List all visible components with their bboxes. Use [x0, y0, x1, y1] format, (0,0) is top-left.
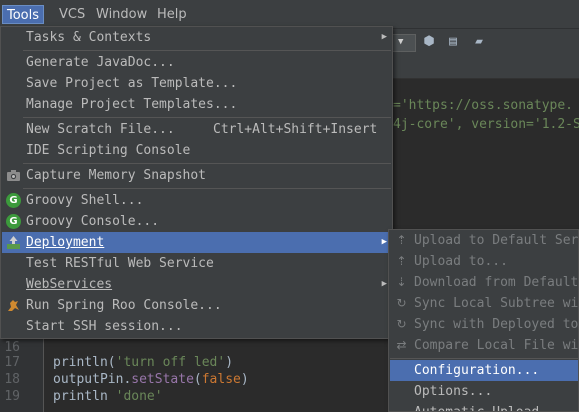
menu-item-capture-memory-snapshot[interactable]: Capture Memory Snapshot — [2, 165, 391, 186]
chevron-right-icon: ▶ — [381, 279, 387, 289]
line-number: 19 — [4, 389, 20, 404]
menu-item-label: Tasks & Contexts — [26, 30, 152, 45]
code-line: 4j-core', version='1.2-S — [393, 117, 579, 132]
menu-bar: Tools VCS Window Help — [0, 0, 579, 29]
menu-item-ide-scripting-console[interactable]: IDE Scripting Console — [2, 140, 391, 161]
menu-item-run-spring-roo[interactable]: Run Spring Roo Console... — [2, 295, 391, 316]
menu-item-label: Generate JavaDoc... — [26, 55, 175, 70]
menu-separator — [23, 117, 391, 118]
menu-item-deployment[interactable]: Deployment ▶ — [2, 232, 391, 253]
menu-item-label: IDE Scripting Console — [26, 143, 191, 158]
menu-item-label: WebServices — [26, 277, 113, 292]
submenu-item-automatic-upload[interactable]: Automatic Upload — [390, 402, 578, 411]
deployment-submenu: ⇡ Upload to Default Ser ⇡ Upload to... ⇣… — [388, 229, 579, 412]
menu-vcs[interactable]: VCS — [55, 5, 89, 24]
upload-icon: ⇡ — [396, 254, 407, 268]
menu-item-label: Groovy Shell... — [26, 193, 144, 208]
code-string: 'turn off led' — [115, 355, 226, 370]
menu-item-shortcut: Ctrl+Alt+Shift+Insert — [213, 122, 378, 137]
menu-item-groovy-shell[interactable]: G Groovy Shell... — [2, 190, 391, 211]
menu-item-tasks-contexts[interactable]: Tasks & Contexts ▶ — [2, 27, 391, 48]
menu-tools[interactable]: Tools — [2, 5, 45, 24]
code-function: setState — [131, 372, 194, 387]
submenu-item-sync-deployed[interactable]: ↻ Sync with Deployed to — [390, 314, 579, 335]
submenu-item-label: Sync Local Subtree wi — [414, 296, 579, 311]
groovy-icon: G — [6, 193, 21, 208]
code-line: ='https://oss.sonatype. — [393, 98, 574, 113]
menu-item-save-project-template[interactable]: Save Project as Template... — [2, 73, 391, 94]
submenu-item-upload-to[interactable]: ⇡ Upload to... — [390, 251, 578, 272]
menu-item-label: Test RESTful Web Service — [26, 256, 214, 271]
spring-roo-icon — [6, 298, 21, 313]
code-paren: ( — [107, 355, 116, 370]
menu-item-test-restful[interactable]: Test RESTful Web Service — [2, 253, 391, 274]
menu-separator — [23, 163, 391, 164]
menu-window[interactable]: Window — [92, 5, 151, 24]
sync-icon: ↻ — [396, 317, 407, 331]
chevron-right-icon: ▶ — [381, 237, 387, 247]
menu-item-webservices[interactable]: WebServices ▶ — [2, 274, 391, 295]
download-icon: ⇣ — [396, 275, 407, 289]
chevron-right-icon: ▶ — [381, 32, 387, 42]
code-paren: ( — [193, 372, 202, 387]
code-keyword: false — [201, 372, 241, 387]
submenu-item-label: Automatic Upload — [414, 402, 539, 411]
submenu-item-label: Compare Local File wi — [414, 338, 579, 353]
submenu-item-configuration[interactable]: Configuration... — [390, 360, 578, 381]
structure-icon[interactable]: ▤ — [444, 33, 462, 51]
submenu-item-label: Upload to Default Ser — [414, 233, 579, 248]
chevron-down-icon: ▼ — [398, 37, 404, 47]
sync-icon: ↻ — [396, 296, 407, 310]
submenu-item-compare-local[interactable]: ⇄ Compare Local File wi — [390, 335, 579, 356]
menu-item-start-ssh[interactable]: Start SSH session... — [2, 316, 391, 337]
menu-separator — [23, 50, 391, 51]
menu-separator — [23, 188, 391, 189]
menu-item-label: New Scratch File... — [26, 122, 175, 137]
menu-item-label: Start SSH session... — [26, 319, 183, 334]
submenu-item-label: Configuration... — [414, 363, 540, 378]
chat-icon[interactable]: ▰ — [470, 33, 488, 51]
submenu-item-options[interactable]: Options... — [390, 381, 578, 402]
code-line: outputPin.setState(false) — [53, 372, 249, 387]
code-line: println 'done' — [53, 389, 163, 404]
submenu-item-label: Upload to... — [414, 254, 508, 269]
menu-item-label: Deployment — [26, 235, 105, 250]
code-paren: ) — [240, 372, 249, 387]
code-function: println — [53, 389, 108, 404]
compare-icon: ⇄ — [396, 338, 407, 352]
menu-help[interactable]: Help — [153, 5, 191, 24]
code-paren: ) — [225, 355, 234, 370]
upload-icon: ⇡ — [396, 233, 407, 247]
submenu-item-label: Sync with Deployed to — [414, 317, 579, 332]
sdk-icon[interactable]: ⬢ — [420, 33, 438, 51]
submenu-item-label: Download from Default — [414, 275, 579, 290]
line-number: 16 — [4, 340, 20, 355]
line-number: 17 — [4, 355, 20, 370]
menu-item-new-scratch-file[interactable]: New Scratch File... Ctrl+Alt+Shift+Inser… — [2, 119, 391, 140]
menu-separator — [390, 358, 578, 359]
code-string: 'done' — [115, 389, 163, 404]
menu-item-label: Capture Memory Snapshot — [26, 168, 207, 183]
code-object: outputPin. — [53, 372, 132, 387]
menu-item-generate-javadoc[interactable]: Generate JavaDoc... — [2, 52, 391, 73]
memory-snapshot-icon — [6, 168, 21, 183]
code-line: println('turn off led') — [53, 355, 233, 370]
submenu-item-upload-default[interactable]: ⇡ Upload to Default Ser — [390, 230, 579, 251]
menu-item-label: Save Project as Template... — [26, 76, 238, 91]
deployment-icon — [6, 235, 21, 250]
menu-item-label: Groovy Console... — [26, 214, 160, 229]
menu-item-groovy-console[interactable]: G Groovy Console... — [2, 211, 391, 232]
menu-item-label: Manage Project Templates... — [26, 97, 238, 112]
menu-item-label: Run Spring Roo Console... — [26, 298, 222, 313]
groovy-icon: G — [6, 214, 21, 229]
menu-item-manage-project-templates[interactable]: Manage Project Templates... — [2, 94, 391, 115]
submenu-item-sync-local-subtree[interactable]: ↻ Sync Local Subtree wi — [390, 293, 579, 314]
code-function: println — [53, 355, 108, 370]
line-number: 18 — [4, 372, 20, 387]
tools-menu: Tasks & Contexts ▶ Generate JavaDoc... S… — [0, 26, 393, 339]
submenu-item-label: Options... — [414, 384, 493, 399]
submenu-item-download-default[interactable]: ⇣ Download from Default — [390, 272, 579, 293]
